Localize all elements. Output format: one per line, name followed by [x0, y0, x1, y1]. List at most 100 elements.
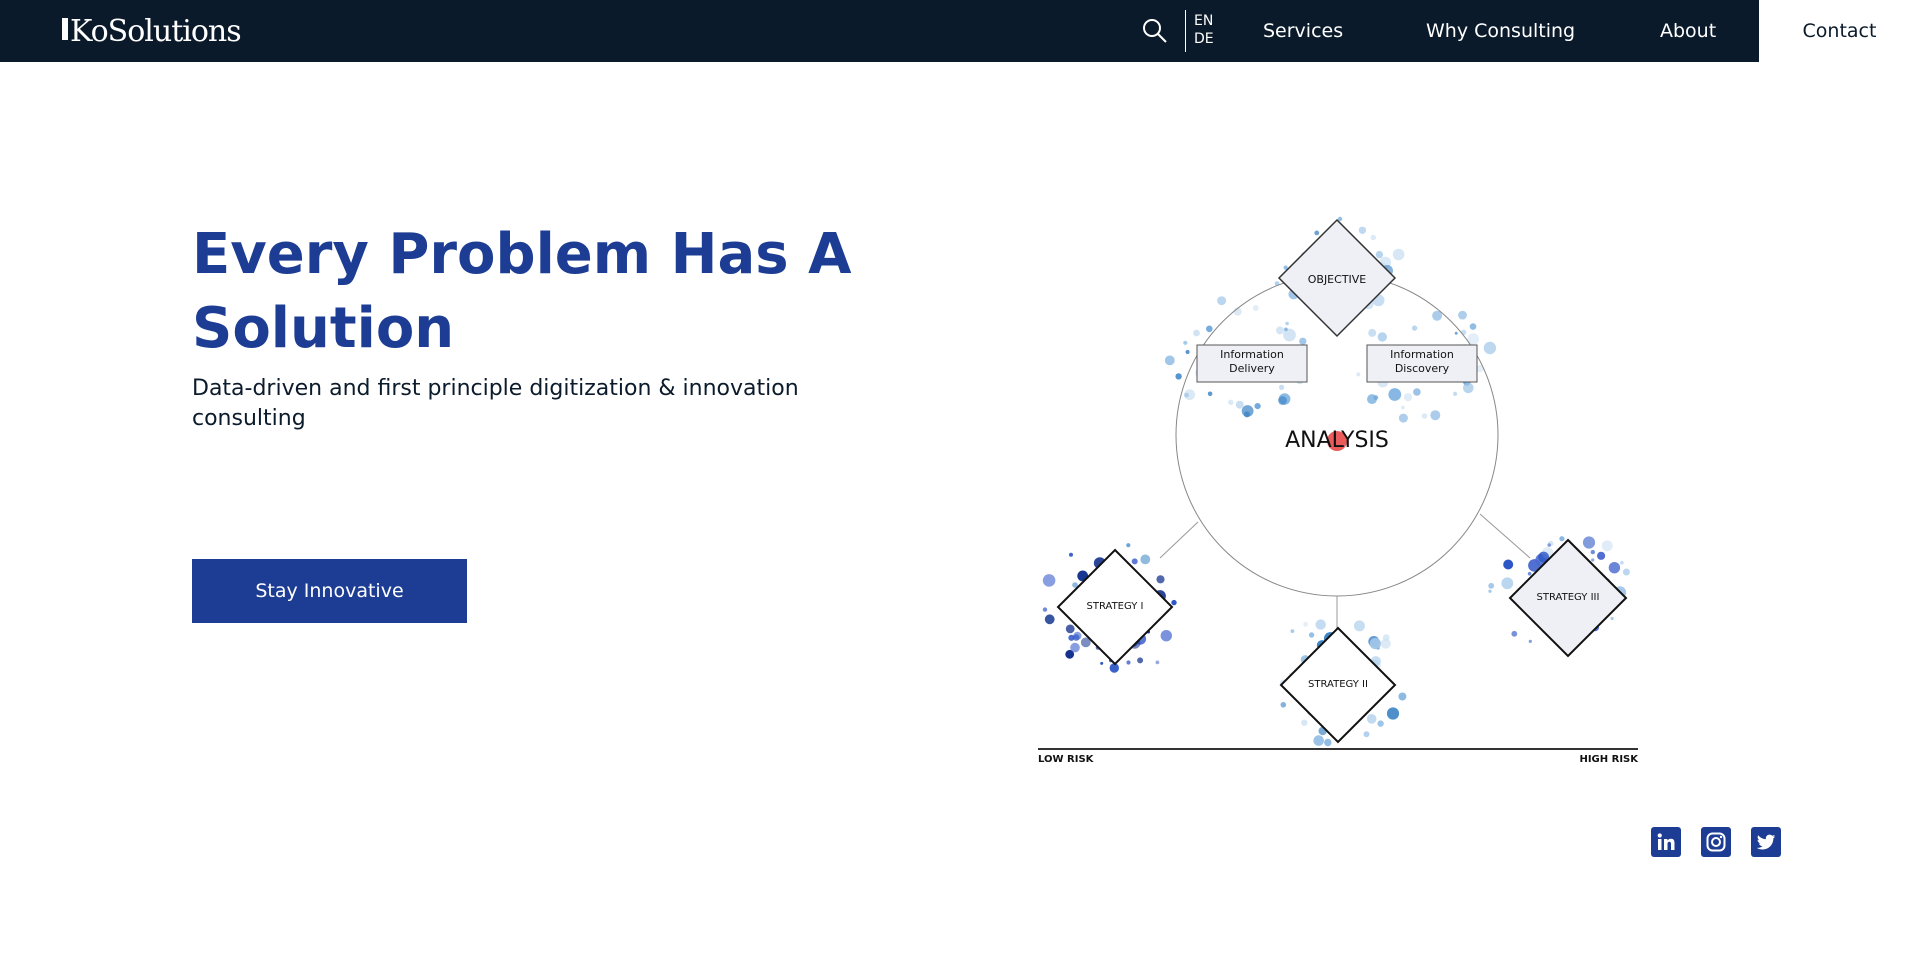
logo[interactable]: KoSolutions: [62, 11, 242, 51]
decorative-dot: [1401, 405, 1405, 410]
decorative-dot: [1620, 560, 1624, 565]
decorative-dot: [1622, 568, 1630, 576]
decorative-dot: [1207, 391, 1213, 397]
decorative-dot: [1155, 660, 1160, 665]
decorative-dot: [1235, 400, 1244, 409]
decorative-dot: [1503, 559, 1514, 570]
nav-divider: [1185, 10, 1186, 52]
decorative-dot: [1308, 632, 1315, 638]
decorative-dot: [1377, 720, 1384, 727]
decorative-dot: [1369, 638, 1381, 650]
decorative-dot: [1140, 554, 1151, 565]
decorative-dot: [1285, 321, 1289, 326]
twitter-icon[interactable]: [1751, 827, 1781, 857]
decorative-dot: [1483, 341, 1497, 355]
decorative-dot: [1421, 413, 1428, 419]
decorative-dot: [1254, 403, 1261, 410]
decorative-dot: [1511, 630, 1518, 637]
decorative-dot: [1590, 549, 1595, 555]
info-discovery-label: Information Discovery: [1390, 348, 1454, 375]
lang-en[interactable]: EN: [1194, 12, 1220, 30]
decorative-dot: [1601, 540, 1613, 552]
decorative-dot: [1398, 692, 1407, 701]
decorative-dot: [1184, 392, 1189, 398]
high-risk-label: HIGH RISK: [1579, 754, 1638, 765]
decorative-dot: [1458, 310, 1467, 320]
decorative-dot: [1280, 702, 1287, 708]
decorative-dot: [1501, 577, 1514, 590]
decorative-dot: [1403, 393, 1413, 402]
decorative-dot: [1375, 250, 1384, 259]
decorative-dot: [1315, 619, 1326, 630]
decorative-dot: [1608, 562, 1621, 574]
nav-contact[interactable]: Contact: [1759, 0, 1920, 62]
decorative-dot: [1547, 543, 1551, 547]
decorative-dot: [1276, 326, 1284, 335]
objective-label: OBJECTIVE: [1307, 273, 1367, 286]
decorative-dot: [1137, 657, 1144, 664]
decorative-dot: [1313, 735, 1324, 746]
hero-title: Every Problem Has A Solution: [192, 222, 852, 361]
decorative-dot: [1368, 328, 1377, 337]
low-risk-label: LOW RISK: [1038, 754, 1094, 765]
decorative-dot: [1591, 558, 1595, 562]
decorative-dot: [1610, 616, 1614, 621]
decorative-dot: [1528, 639, 1532, 643]
top-nav: KoSolutions EN DE Services Why Consultin…: [0, 0, 1920, 62]
decorative-dot: [1193, 329, 1200, 337]
decorative-dot: [1366, 714, 1377, 724]
decorative-dot: [1160, 630, 1172, 642]
decorative-dot: [1303, 621, 1308, 627]
decorative-dot: [1301, 719, 1308, 726]
decorative-dot: [1582, 536, 1596, 549]
strategy-3-label: STRATEGY III: [1536, 592, 1600, 603]
decorative-dot: [1072, 634, 1080, 641]
decorative-dot: [1377, 332, 1387, 342]
language-switcher: EN DE: [1194, 12, 1220, 48]
linkedin-icon[interactable]: [1651, 827, 1681, 857]
decorative-dot: [1454, 331, 1458, 335]
decorative-dot: [1126, 543, 1131, 548]
decorative-dot: [1299, 337, 1307, 345]
decorative-dot: [1314, 230, 1320, 236]
decorative-dot: [1353, 620, 1365, 632]
decorative-dot: [1356, 372, 1361, 377]
hero-subtitle: Data-driven and first principle digitiza…: [192, 376, 799, 431]
decorative-dot: [1324, 738, 1332, 747]
decorative-dot: [1206, 325, 1213, 333]
decorative-dot: [1175, 373, 1182, 380]
decorative-dot: [1241, 405, 1254, 417]
decorative-dot: [1373, 395, 1379, 400]
decorative-dot: [1597, 551, 1606, 560]
decorative-dot: [1398, 413, 1408, 423]
decorative-dot: [1388, 388, 1402, 401]
analysis-label: ANALYSIS: [1285, 428, 1389, 453]
search-icon[interactable]: [1142, 18, 1168, 44]
decorative-dot: [1278, 396, 1287, 405]
lang-de[interactable]: DE: [1194, 30, 1220, 48]
decorative-dot: [1411, 325, 1418, 331]
nav-services[interactable]: Services: [1263, 0, 1343, 62]
decorative-dot: [1382, 634, 1390, 642]
stay-innovative-button[interactable]: Stay Innovative: [192, 559, 467, 623]
strategy-2-label: STRATEGY II: [1308, 679, 1368, 690]
decorative-dot: [1290, 629, 1295, 633]
decorative-dot: [1453, 391, 1458, 396]
nav-why-consulting[interactable]: Why Consulting: [1426, 0, 1575, 62]
decorative-dot: [1370, 234, 1376, 241]
decorative-dot: [1070, 642, 1080, 653]
nav-about[interactable]: About: [1660, 0, 1716, 62]
decorative-dot: [1044, 614, 1055, 625]
decorative-dot: [1358, 226, 1367, 234]
decorative-dot: [1430, 410, 1441, 421]
decorative-dot: [1559, 536, 1565, 542]
decorative-dot: [1042, 607, 1048, 612]
decorative-dot: [1488, 582, 1495, 589]
decorative-dot: [1131, 558, 1138, 565]
decorative-dot: [1488, 589, 1492, 593]
decorative-dot: [1217, 296, 1227, 306]
decorative-dot: [1126, 660, 1131, 665]
instagram-icon[interactable]: [1701, 827, 1731, 857]
decorative-dot: [1463, 382, 1474, 394]
decorative-dot: [1042, 574, 1056, 587]
